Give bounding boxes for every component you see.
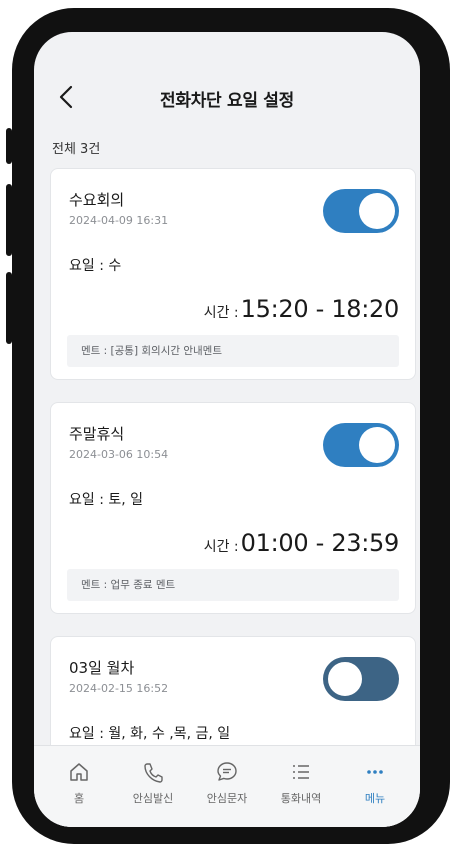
schedule-date: 2024-04-09 16:31	[69, 214, 169, 227]
nav-home[interactable]: 홈	[45, 746, 113, 827]
time-range: 15:20 - 18:20	[240, 295, 400, 323]
app-screen: 전화차단 요일 설정 전체 3건 수요회의 2024-04-09 16:31 요…	[34, 32, 420, 827]
home-icon	[67, 760, 91, 784]
nav-label: 안심발신	[132, 792, 174, 805]
bottom-nav: 홈 안심발신 안심문자 통화내역 메뉴	[34, 745, 420, 827]
total-count: 전체 3건	[52, 142, 101, 157]
schedule-days: 요일 : 월, 화, 수 ,목, 금, 일	[69, 726, 231, 742]
nav-call-history[interactable]: 통화내역	[267, 746, 335, 827]
side-button	[6, 128, 12, 164]
schedule-card[interactable]: 수요회의 2024-04-09 16:31 요일 : 수 시간 : 15:20 …	[50, 168, 416, 380]
nav-label: 홈	[73, 792, 85, 805]
list-icon	[289, 760, 313, 784]
time-range: 01:00 - 23:59	[240, 529, 400, 557]
toggle-knob	[359, 193, 395, 229]
header: 전화차단 요일 설정	[34, 32, 420, 124]
ment-info: 멘트 : [공통] 회의시간 안내멘트	[67, 335, 399, 367]
schedule-card[interactable]: 주말휴식 2024-03-06 10:54 요일 : 토, 일 시간 : 01:…	[50, 402, 416, 614]
schedule-days: 요일 : 수	[69, 258, 122, 274]
enable-toggle[interactable]	[323, 657, 399, 701]
time-row: 시간 : 15:20 - 18:20	[203, 295, 400, 323]
schedule-title: 주말휴식	[69, 425, 125, 443]
nav-menu[interactable]: 메뉴	[341, 746, 409, 827]
ment-info: 멘트 : 업무 종료 멘트	[67, 569, 399, 601]
enable-toggle[interactable]	[323, 423, 399, 467]
schedule-title: 03일 월차	[69, 659, 135, 677]
nav-label: 안심문자	[206, 792, 248, 805]
more-icon	[363, 760, 387, 784]
time-row: 시간 : 01:00 - 23:59	[203, 529, 400, 557]
enable-toggle[interactable]	[323, 189, 399, 233]
toggle-knob	[359, 427, 395, 463]
nav-safe-call[interactable]: 안심발신	[119, 746, 187, 827]
message-icon	[215, 760, 239, 784]
nav-label: 메뉴	[364, 792, 386, 805]
volume-down-button	[6, 272, 12, 344]
schedule-title: 수요회의	[69, 191, 125, 209]
schedule-days: 요일 : 토, 일	[69, 492, 144, 508]
nav-label: 통화내역	[280, 792, 322, 805]
schedule-date: 2024-03-06 10:54	[69, 448, 169, 461]
nav-safe-message[interactable]: 안심문자	[193, 746, 261, 827]
time-label: 시간 :	[203, 305, 239, 321]
phone-icon	[141, 760, 165, 784]
time-label: 시간 :	[203, 539, 239, 555]
volume-up-button	[6, 184, 12, 256]
page-title: 전화차단 요일 설정	[160, 91, 294, 111]
toggle-knob	[327, 661, 363, 697]
schedule-date: 2024-02-15 16:52	[69, 682, 169, 695]
